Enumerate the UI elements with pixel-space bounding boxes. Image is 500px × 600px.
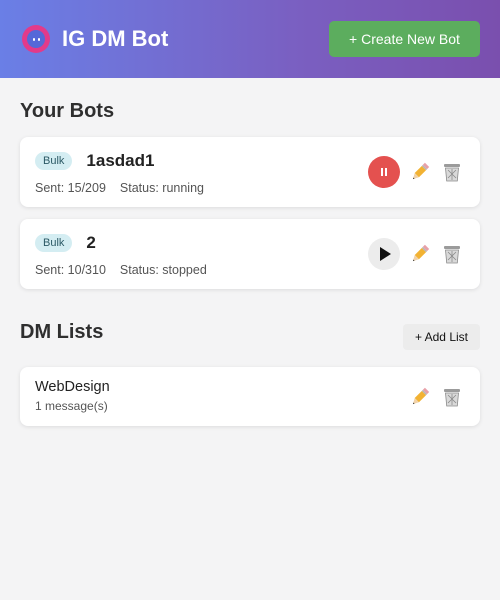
- trash-icon: [444, 388, 460, 406]
- dm-list-card: WebDesign 1 message(s): [20, 367, 480, 426]
- app-header: IG DM Bot + Create New Bot: [0, 0, 500, 78]
- brand: IG DM Bot: [22, 25, 168, 53]
- bot-name: 1asdad1: [86, 151, 155, 170]
- delete-bot-button[interactable]: [440, 160, 464, 184]
- trash-icon: [444, 246, 460, 264]
- dm-lists-header: DM Lists + Add List: [20, 319, 480, 350]
- edit-bot-button[interactable]: [408, 242, 432, 266]
- bot-card: Bulk 1asdad1 Sent: 15/209 Status: runnin…: [20, 137, 480, 207]
- delete-list-button[interactable]: [440, 385, 464, 409]
- pause-bot-button[interactable]: [368, 156, 400, 188]
- dm-list-name: WebDesign: [35, 379, 110, 395]
- bot-status: Status: running: [119, 181, 204, 195]
- bots-section-title: Your Bots: [20, 100, 115, 122]
- pencil-icon: [412, 387, 430, 404]
- bot-name: 2: [86, 233, 96, 252]
- bot-card: Bulk 2 Sent: 10/310 Status: stopped: [20, 219, 480, 289]
- play-icon: [380, 247, 391, 261]
- delete-bot-button[interactable]: [440, 242, 464, 266]
- pause-icon: [381, 168, 387, 176]
- pencil-icon: [412, 162, 430, 180]
- edit-bot-button[interactable]: [408, 160, 432, 184]
- pencil-icon: [412, 244, 430, 262]
- bot-sent-count: Sent: 10/310: [35, 263, 106, 277]
- start-bot-button[interactable]: [368, 238, 400, 270]
- instagram-logo-icon: [22, 25, 50, 53]
- create-new-bot-button[interactable]: + Create New Bot: [329, 21, 480, 57]
- bot-status: Status: stopped: [119, 263, 207, 277]
- trash-icon: [444, 164, 460, 182]
- bot-type-badge: Bulk: [35, 152, 73, 170]
- main-content: Your Bots Bulk 1asdad1 Sent: 15/209 Stat…: [0, 99, 500, 426]
- bot-sent-count: Sent: 15/209: [35, 181, 106, 195]
- app-title: IG DM Bot: [62, 26, 169, 51]
- add-list-button[interactable]: + Add List: [402, 324, 480, 350]
- dm-list-message-count: 1 message(s): [35, 399, 108, 413]
- bot-type-badge: Bulk: [35, 234, 73, 252]
- edit-list-button[interactable]: [408, 385, 432, 409]
- dm-lists-title: DM Lists: [20, 320, 104, 343]
